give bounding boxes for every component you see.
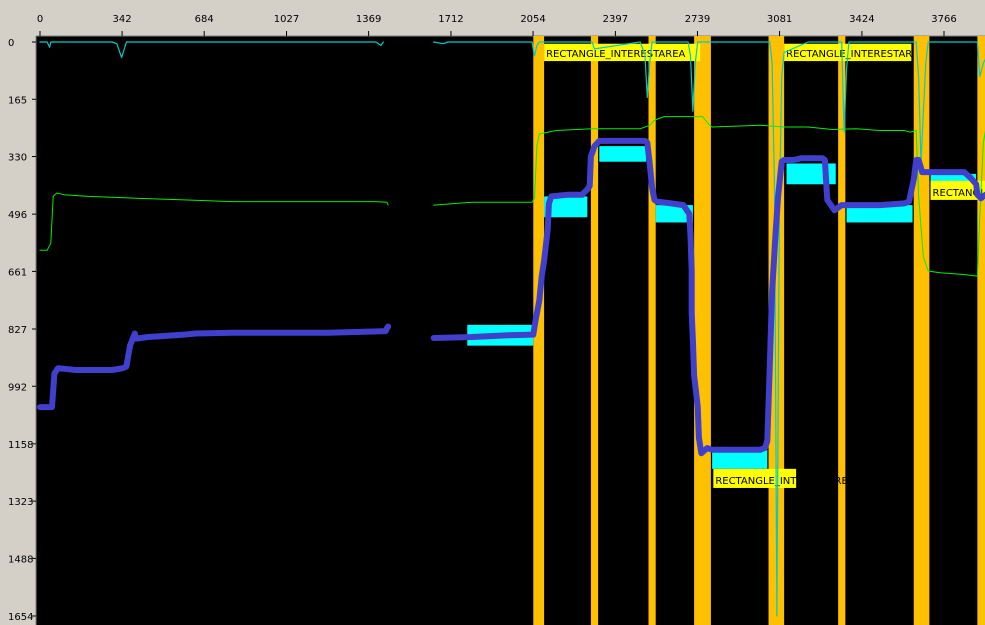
y-tick-label: 661 <box>8 267 27 278</box>
x-tick-label: 3081 <box>767 14 792 25</box>
y-tick-label: 165 <box>8 95 27 106</box>
eye-tracking-chart: 0 342 684 1027 1369 1712 2054 2397 2739 3081 3424 3… <box>0 0 985 625</box>
x-tick-label: 342 <box>113 14 132 25</box>
y-tick-label: 1323 <box>8 497 33 508</box>
y-tick-label: 330 <box>8 153 27 164</box>
x-tick-label: 1369 <box>356 14 381 25</box>
y-tick-label: 1158 <box>8 440 33 451</box>
x-tick-label: 3424 <box>849 14 874 25</box>
interest-band <box>648 36 656 625</box>
interest-band <box>977 36 985 625</box>
target-rect <box>599 146 647 162</box>
y-tick-label: 1654 <box>8 612 33 623</box>
x-tick-label: 2397 <box>603 14 628 25</box>
x-tick-label: 1712 <box>438 14 463 25</box>
y-tick-label: 992 <box>8 382 27 393</box>
interest-band <box>913 36 930 625</box>
y-tick-label: 1488 <box>8 554 33 565</box>
x-tick-label: 2054 <box>520 14 545 25</box>
y-tick-label: 496 <box>8 210 27 221</box>
x-tick-label: 0 <box>37 14 43 25</box>
rect-label-text: RECTANGLE_INTERESTAR <box>786 49 912 60</box>
y-tick-label: 0 <box>8 38 14 49</box>
y-tick-label: 827 <box>8 325 27 336</box>
x-tick-label: 2739 <box>685 14 710 25</box>
x-tick-label: 3766 <box>931 14 956 25</box>
rect-label-text: RECTANGLE_INTERESTARE <box>715 476 847 487</box>
chart-svg: 0 342 684 1027 1369 1712 2054 2397 2739 3081 3424 3… <box>0 0 985 625</box>
interest-band <box>590 36 599 625</box>
rect-label-text: RECTANGLE_INTERESTAREA <box>546 49 685 60</box>
x-tick-label: 1027 <box>274 14 299 25</box>
x-tick-label: 684 <box>195 14 214 25</box>
